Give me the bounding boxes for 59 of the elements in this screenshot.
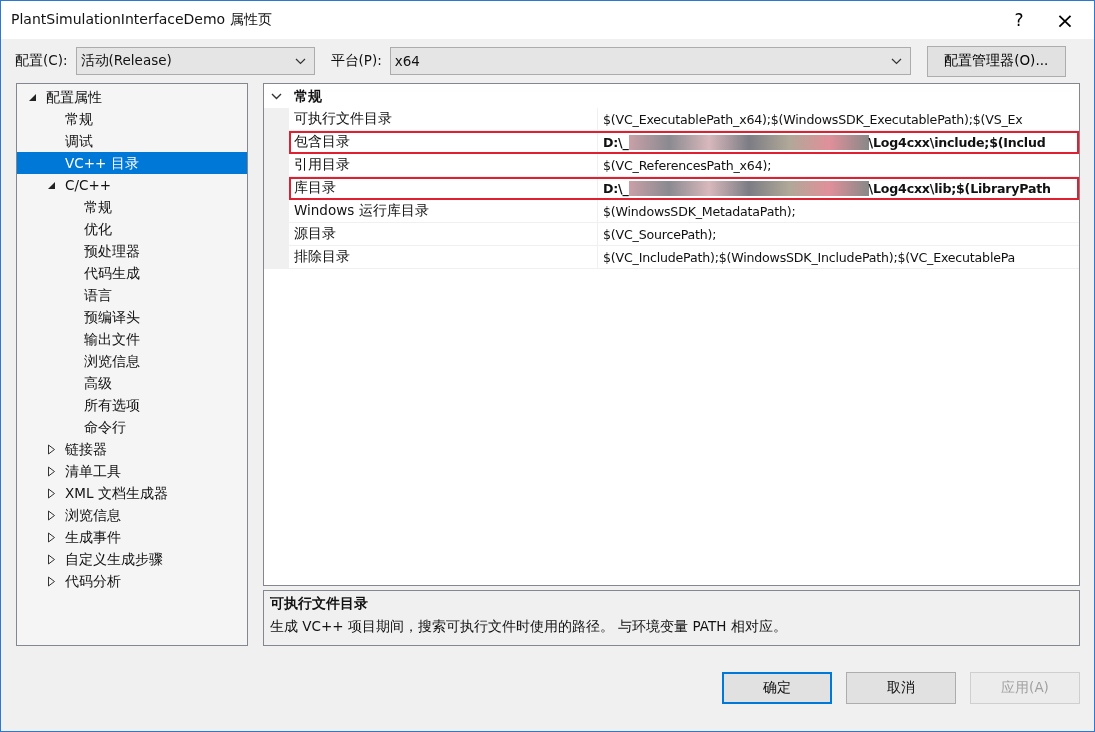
tree-item[interactable]: C/C++ bbox=[61, 174, 116, 196]
property-value[interactable]: $(VC_IncludePath);$(WindowsSDK_IncludePath);$(VC_ExecutablePa bbox=[597, 246, 1079, 269]
help-button[interactable]: ? bbox=[996, 1, 1042, 39]
tree-item[interactable]: XML 文档生成器 bbox=[61, 482, 172, 504]
tree-item[interactable]: 清单工具 bbox=[61, 460, 125, 482]
collapsed-triangle-icon[interactable] bbox=[47, 465, 56, 477]
tree-item[interactable]: 优化 bbox=[80, 218, 116, 240]
chevron-down-icon bbox=[890, 57, 902, 65]
property-value[interactable]: $(VC_SourcePath); bbox=[597, 223, 1079, 246]
platform-dropdown[interactable]: x64 bbox=[389, 47, 911, 75]
tree-item[interactable]: 浏览信息 bbox=[61, 504, 125, 526]
tree-item[interactable]: 预处理器 bbox=[80, 240, 144, 262]
collapsed-triangle-icon[interactable] bbox=[47, 575, 56, 587]
config-label: 配置(C): bbox=[15, 52, 68, 70]
property-name[interactable]: 库目录 bbox=[289, 177, 597, 200]
tree-item[interactable]: 代码分析 bbox=[61, 570, 125, 592]
tree-item[interactable]: 常规 bbox=[80, 196, 116, 218]
description-title: 可执行文件目录 bbox=[270, 595, 369, 613]
property-value[interactable]: $(VC_ExecutablePath_x64);$(WindowsSDK_ExecutablePath);$(VS_Ex bbox=[597, 108, 1079, 131]
category-label: 常规 bbox=[293, 86, 322, 106]
property-value[interactable]: D:\_ \Log4cxx\lib;$(LibraryPath bbox=[597, 177, 1079, 200]
property-name[interactable]: 排除目录 bbox=[289, 246, 597, 269]
property-value[interactable]: $(WindowsSDK_MetadataPath); bbox=[597, 200, 1079, 223]
tree-item[interactable]: 自定义生成步骤 bbox=[61, 548, 167, 570]
property-value[interactable]: $(VC_ReferencesPath_x64); bbox=[597, 154, 1079, 177]
property-name[interactable]: Windows 运行库目录 bbox=[289, 200, 597, 223]
close-button[interactable]: × bbox=[1042, 1, 1088, 39]
dialog-button[interactable]: 确定 bbox=[722, 672, 832, 704]
chevron-down-icon[interactable] bbox=[271, 93, 282, 100]
tree-item[interactable]: 预编译头 bbox=[80, 306, 144, 328]
tree-item[interactable]: 所有选项 bbox=[80, 394, 144, 416]
config-manager-button[interactable]: 配置管理器(O)... bbox=[926, 45, 1066, 77]
collapsed-triangle-icon[interactable] bbox=[47, 553, 56, 565]
dialog-button[interactable]: 取消 bbox=[846, 672, 956, 704]
collapsed-triangle-icon[interactable] bbox=[47, 443, 56, 455]
tree-item[interactable]: 生成事件 bbox=[61, 526, 125, 548]
collapsed-triangle-icon[interactable] bbox=[47, 509, 56, 521]
collapsed-triangle-icon[interactable] bbox=[47, 487, 56, 499]
property-name[interactable]: 引用目录 bbox=[289, 154, 597, 177]
config-dropdown[interactable]: 活动(Release) bbox=[75, 47, 315, 75]
tree-item[interactable]: 输出文件 bbox=[80, 328, 144, 350]
property-name[interactable]: 可执行文件目录 bbox=[289, 108, 597, 131]
chevron-down-icon bbox=[294, 57, 306, 65]
description-text: 生成 VC++ 项目期间，搜索可执行文件时使用的路径。 与环境变量 PATH 相对应。 bbox=[270, 618, 788, 636]
tree-item[interactable]: 命令行 bbox=[80, 416, 130, 438]
property-value[interactable]: D:\_ \Log4cxx\include;$(Includ bbox=[597, 131, 1079, 154]
tree-item[interactable]: 高级 bbox=[80, 372, 116, 394]
platform-label: 平台(P): bbox=[330, 52, 382, 70]
collapsed-triangle-icon[interactable] bbox=[47, 531, 56, 543]
tree-item[interactable]: 浏览信息 bbox=[80, 350, 144, 372]
tree-item[interactable]: 语言 bbox=[80, 284, 116, 306]
property-name[interactable]: 包含目录 bbox=[289, 131, 597, 154]
tree-item[interactable]: 链接器 bbox=[61, 438, 111, 460]
tree-item[interactable]: 常规 bbox=[61, 108, 97, 130]
tree-item[interactable]: 调试 bbox=[61, 130, 97, 152]
tree-item[interactable]: 配置属性 bbox=[42, 86, 106, 108]
property-name[interactable]: 源目录 bbox=[289, 223, 597, 246]
window-title: PlantSimulationInterfaceDemo 属性页 bbox=[11, 11, 273, 29]
tree-item[interactable]: 代码生成 bbox=[80, 262, 144, 284]
